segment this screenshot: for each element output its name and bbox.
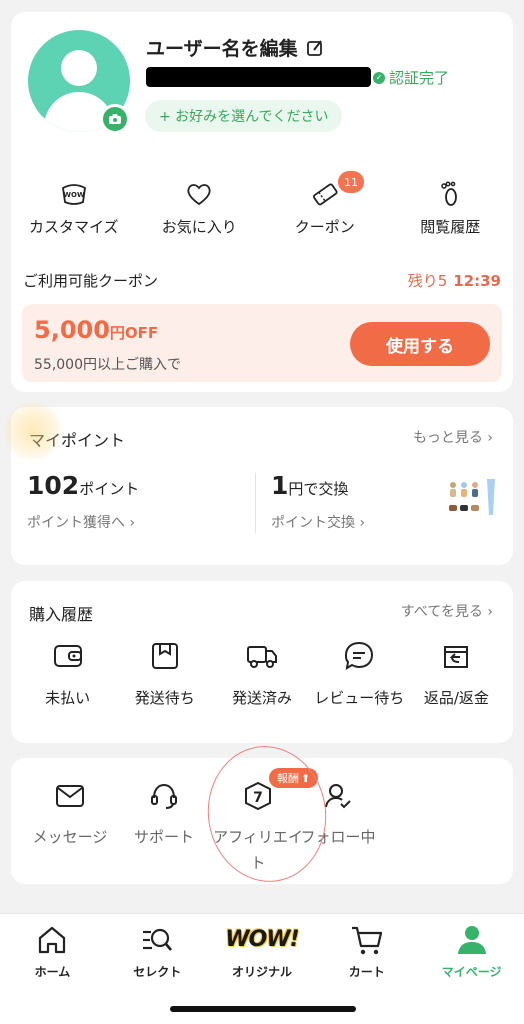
- avatar-head-shape: [61, 50, 97, 86]
- points-balance-unit: ポイント: [79, 480, 140, 498]
- preference-button[interactable]: + お好みを選んでください: [145, 100, 343, 132]
- nav-original[interactable]: WOW! オリジナル: [210, 922, 315, 980]
- points-balance-value: 102: [27, 471, 80, 500]
- exchange-rate: 1円で交換: [271, 471, 348, 500]
- quick-label: 閲覧履歴: [420, 218, 481, 236]
- purchase-history-card: 購入履歴 すべてを見る › 未払い 発送待ち 発送済み レビュー待ち 返品/返金: [11, 581, 513, 743]
- exchange-value: 1: [271, 471, 289, 500]
- quick-favorites[interactable]: お気に入り: [137, 180, 263, 237]
- quick-label: クーポン: [294, 218, 355, 236]
- quick-coupons[interactable]: 11 クーポン: [262, 171, 388, 237]
- points-card: マイポイント もっと見る › 102ポイント ポイント獲得へ › 1円で交換 ポ…: [11, 407, 513, 565]
- status-label: 未払い: [45, 689, 91, 707]
- use-coupon-button[interactable]: 使用する: [350, 322, 490, 366]
- more-label: もっと見る: [412, 430, 483, 446]
- mypage-icon: [457, 926, 486, 954]
- status-returns[interactable]: 返品/返金: [408, 639, 505, 708]
- wow-logo-text: WOW!: [225, 927, 299, 952]
- support-item[interactable]: サポート: [117, 780, 211, 876]
- remaining-count: 残り5: [407, 272, 448, 290]
- purchase-more-link[interactable]: すべてを見る ›: [401, 601, 493, 621]
- more-label: すべてを見る: [400, 604, 483, 620]
- misc-row: メッセージ サポート 7 報酬 ⬆ アフィリエイト フォロー中: [23, 768, 385, 876]
- check-icon: ✓: [373, 71, 385, 84]
- mail-icon: [56, 785, 84, 807]
- messages-item[interactable]: メッセージ: [23, 780, 117, 876]
- status-awaiting-review[interactable]: レビュー待ち: [311, 639, 408, 708]
- coupon-icon: [312, 183, 338, 206]
- reward-products-thumbnail[interactable]: [445, 475, 499, 519]
- truck-icon: [247, 646, 277, 668]
- wallet-icon: [53, 645, 82, 667]
- coupon-minimum: 55,000円以上ご購入で: [34, 357, 181, 373]
- status-label: 発送済み: [232, 689, 293, 707]
- home-icon: [39, 926, 66, 954]
- purchase-title: 購入履歴: [29, 605, 94, 624]
- smiley-floating-icon[interactable]: [2, 400, 64, 462]
- quick-customize[interactable]: WOW カスタマイズ: [11, 180, 137, 237]
- select-icon: [143, 928, 173, 951]
- points-balance: 102ポイント: [27, 471, 139, 500]
- status-awaiting-shipment[interactable]: 発送待ち: [116, 639, 213, 708]
- status-unpaid[interactable]: 未払い: [19, 639, 116, 708]
- nav-label: マイページ: [441, 965, 502, 979]
- footprint-icon: [441, 181, 458, 206]
- divider: [255, 473, 256, 533]
- redacted-user-id: [146, 67, 371, 87]
- wow-icon: WOW: [61, 184, 86, 205]
- headset-icon: [151, 783, 177, 809]
- profile-card: ユーザー名を編集 ✓ 認証完了 + お好みを選んでください WOW カスタマイズ…: [11, 12, 513, 392]
- quick-actions: WOW カスタマイズ お気に入り 11 クーポン 閲覧履歴: [11, 171, 514, 237]
- countdown: 12:39: [453, 272, 501, 290]
- home-indicator: [170, 1006, 356, 1012]
- exchange-label: ポイント交換: [271, 515, 355, 531]
- edit-icon: [306, 39, 322, 56]
- nav-home[interactable]: ホーム: [0, 922, 105, 980]
- svg-text:WOW: WOW: [63, 191, 85, 199]
- username-label: ユーザー名を編集: [146, 38, 298, 60]
- coupon-heading: ご利用可能クーポン: [23, 272, 159, 290]
- nav-label: オリジナル: [231, 965, 292, 979]
- status-label: レビュー待ち: [314, 689, 405, 707]
- coupon-timer: 残り5 12:39: [408, 270, 501, 291]
- verified-label: 認証完了: [389, 69, 450, 87]
- nav-cart[interactable]: カート: [314, 922, 419, 980]
- nav-label: セレクト: [133, 965, 182, 979]
- box-icon: [151, 643, 178, 669]
- review-icon: [345, 641, 374, 670]
- verified-status: ✓ 認証完了: [373, 67, 449, 88]
- status-shipped[interactable]: 発送済み: [213, 639, 310, 708]
- exchange-points-link[interactable]: ポイント交換 ›: [271, 512, 365, 532]
- camera-icon[interactable]: [100, 104, 130, 134]
- nav-mypage[interactable]: マイページ: [419, 922, 524, 980]
- coupon-header: ご利用可能クーポン 残り5 12:39: [23, 270, 501, 291]
- coupon-amount-unit: 円OFF: [109, 324, 159, 342]
- follow-icon: [325, 784, 351, 809]
- earn-points-link[interactable]: ポイント獲得へ ›: [27, 512, 135, 532]
- quick-label: お気に入り: [161, 218, 237, 236]
- coupon-box: 5,000 円OFF 55,000円以上ご購入で 使用する: [22, 304, 502, 382]
- nav-label: カート: [348, 965, 385, 979]
- points-more-link[interactable]: もっと見る ›: [413, 427, 493, 447]
- cart-icon: [351, 926, 382, 955]
- status-label: 発送待ち: [134, 689, 195, 707]
- heart-icon: [187, 184, 211, 206]
- coupon-amount-value: 5,000: [34, 316, 110, 344]
- misc-label: メッセージ: [32, 828, 108, 846]
- coupon-amount: 5,000 円OFF: [34, 316, 158, 344]
- status-label: 返品/返金: [423, 689, 489, 707]
- return-icon: [444, 646, 469, 668]
- username-edit[interactable]: ユーザー名を編集: [146, 34, 324, 61]
- earn-label: ポイント獲得へ: [27, 515, 125, 531]
- nav-select[interactable]: セレクト: [105, 922, 210, 980]
- coupon-count-badge: 11: [338, 171, 364, 193]
- quick-label: カスタマイズ: [28, 218, 119, 236]
- wow-original-logo: WOW!: [225, 922, 299, 958]
- nav-label: ホーム: [34, 965, 71, 979]
- order-status-row: 未払い 発送待ち 発送済み レビュー待ち 返品/返金: [11, 639, 513, 708]
- misc-label: サポート: [133, 828, 194, 846]
- exchange-unit: 円で交換: [288, 480, 349, 498]
- quick-history[interactable]: 閲覧履歴: [388, 180, 514, 237]
